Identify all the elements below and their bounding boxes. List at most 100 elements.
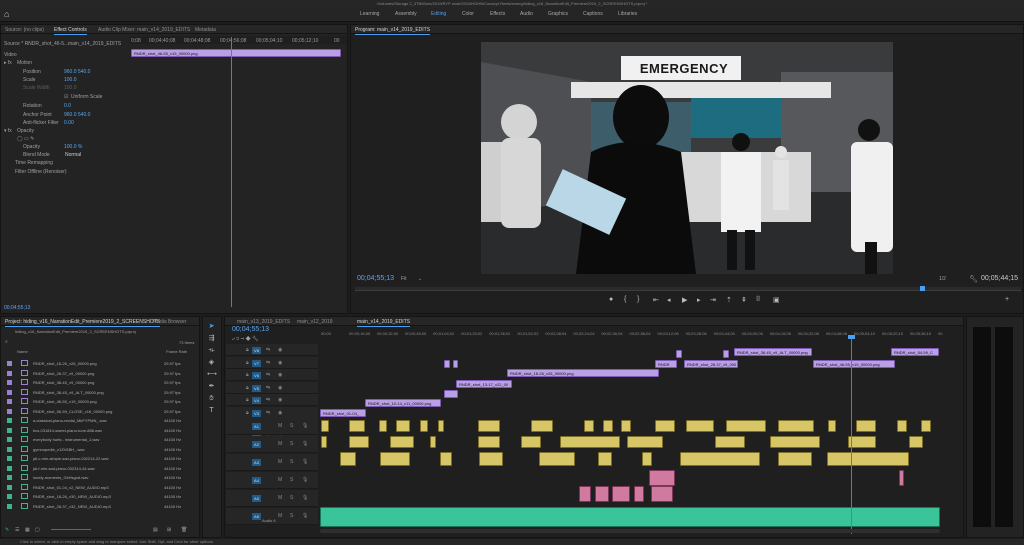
audio-track-header[interactable]: A1 M S 🎙︎ [226,418,318,435]
tab-audio-clip-mixer[interactable]: Audio Clip Mixer: main_v14_2019_EDITS [98,27,190,33]
ec-playhead[interactable] [231,37,232,307]
video-track-header[interactable]: 🔒︎ V3 ⇆ ◉ [226,406,318,419]
audio-clip[interactable] [396,420,410,432]
type-tool-icon[interactable]: T [207,406,216,415]
audio-clip[interactable] [649,470,675,486]
in-point-icon[interactable]: { [624,296,626,303]
program-playhead[interactable] [920,286,925,291]
audio-clip[interactable] [438,420,444,432]
sync-lock-icon[interactable]: ⇆ [266,372,270,378]
mask-shape-icons[interactable]: ◯ ▭ ✎ [17,136,34,142]
prop-position-value[interactable]: 960.0 540.0 [64,69,90,75]
prop-antiflicker-value[interactable]: 0.00 [64,120,74,126]
video-clip[interactable] [723,350,729,358]
eye-icon[interactable]: ◉ [278,410,282,416]
video-clip[interactable] [444,390,458,398]
sync-lock-icon[interactable]: ⇆ [266,385,270,391]
audio-clip[interactable] [726,420,766,432]
audio-clip[interactable] [828,420,836,432]
tab-effect-controls[interactable]: Effect Controls [54,27,87,35]
mute-icon[interactable]: M [278,441,282,447]
hand-tool-icon[interactable]: ✋︎ [207,394,216,403]
sync-lock-icon[interactable]: ⇆ [266,360,270,366]
track-label[interactable]: A4 [252,477,261,484]
tab-project[interactable]: Project: hiding_v16_NarrationEdit_Premie… [5,319,161,327]
mute-icon[interactable]: M [278,459,282,465]
track-label[interactable]: A1 [252,423,261,430]
zoom-slider[interactable] [51,529,91,530]
audio-track-header[interactable]: A3 M S 🎙︎ [226,454,318,471]
tab-sequence-v13[interactable]: main_v13_2019_EDITS [237,319,290,325]
icon-view-icon[interactable]: ▦ [25,527,30,533]
audio-clip[interactable] [349,436,369,448]
microphone-icon[interactable]: 🎙︎ [302,423,308,429]
workspace-learning[interactable]: Learning [360,11,379,17]
ec-footer-timecode[interactable]: 00;04;55;13 [4,305,30,311]
list-item[interactable]: RNDR_shot_28-37_v9_00000.png 29.97 fps [5,369,195,378]
eye-icon[interactable]: ◉ [278,397,282,403]
solo-icon[interactable]: S [290,495,293,501]
timeline-playhead[interactable] [851,338,852,534]
microphone-icon[interactable]: 🎙︎ [302,477,308,483]
list-item[interactable]: RNDR_shot_18-26_v26_00000.png 29.97 fps [5,359,195,368]
tab-program[interactable]: Program: main_v14_2019_EDITS [355,27,431,35]
audio-clip[interactable] [595,486,609,502]
audio-clip[interactable] [521,436,541,448]
video-clip[interactable]: RNDR_shot_38-45_v9_ALT_00000.png [734,348,812,356]
microphone-icon[interactable]: 🎙︎ [302,513,308,519]
workspace-editing[interactable]: Editing [431,11,446,17]
out-point-icon[interactable]: } [637,296,639,303]
lock-icon[interactable]: 🔒︎ [246,410,249,416]
source-clip-label[interactable]: Source * RNDR_shot_46-5... [4,41,68,47]
sequence-label[interactable]: main_v14_2019_EDITS [68,41,121,47]
list-item[interactable]: jdi-f-min-sad-piano-032314-44.wav 44100 H… [5,464,195,473]
program-video-frame[interactable]: EMERGENCY [481,42,893,274]
list-view-icon[interactable]: ☰ [15,527,19,533]
lock-icon[interactable]: 🔒︎ [246,385,249,391]
video-clip[interactable] [453,360,458,368]
search-icon[interactable]: ⌕ [5,339,8,345]
tab-metadata[interactable]: Metadata [195,27,216,33]
video-clip[interactable]: RNDR_shot_13-17_v22_00 [456,380,512,388]
audio-clip[interactable] [321,420,329,432]
audio-clip[interactable] [621,420,631,432]
video-track-header[interactable]: 🔒︎ V6 ⇆ ◉ [226,369,318,381]
list-item[interactable]: gymnopedie_z1ZhSBH_.wav 44100 Hz [5,445,195,454]
audio-clip[interactable] [598,452,612,466]
video-clip[interactable]: RNDR [655,360,677,368]
solo-icon[interactable]: S [290,513,293,519]
blend-mode-select[interactable]: Normal [65,152,81,158]
timeline-timecode[interactable]: 00;04;55;13 [232,326,269,333]
audio-clip[interactable] [320,507,940,527]
home-icon[interactable]: ⌂ [4,9,9,19]
list-item[interactable]: RNDR_shot_56-59_CLOSE_v16_00000.png 29.97… [5,407,195,416]
eye-icon[interactable]: ◉ [278,372,282,378]
audio-track-header[interactable]: A5 M S 🎙︎ [226,490,318,507]
audio-clip[interactable] [642,452,652,466]
eye-icon[interactable]: ◉ [278,385,282,391]
audio-clip[interactable] [420,420,428,432]
list-item[interactable]: RNDR_shot_46-55_v19_00000.png 29.97 fps [5,397,195,406]
track-label[interactable]: A6 [252,513,261,520]
workspace-captions[interactable]: Captions [583,11,603,17]
audio-clip[interactable] [531,420,553,432]
audio-clip[interactable] [340,452,356,466]
uniform-scale-checkbox[interactable]: ☑ [64,94,68,100]
slip-tool-icon[interactable]: ⟷ [207,370,217,379]
workspace-libraries[interactable]: Libraries [618,11,637,17]
track-label[interactable]: V4 [252,397,261,404]
solo-icon[interactable]: S [290,441,293,447]
track-label[interactable]: A5 [252,495,261,502]
video-clip[interactable] [676,350,682,358]
audio-clip[interactable] [680,452,760,466]
workspace-assembly[interactable]: Assembly [395,11,417,17]
video-track-header[interactable]: 🔒︎ V5 ⇆ ◉ [226,381,318,394]
add-icon[interactable]: + [1005,296,1009,303]
mute-icon[interactable]: M [278,423,282,429]
list-item[interactable]: RNDR_shot_38-45_v9_00000.png 29.97 fps [5,378,195,387]
camera-icon[interactable]: ⌷ [756,296,760,304]
audio-clip[interactable] [479,452,503,466]
tab-media-browser[interactable]: Media Browser [153,319,186,325]
audio-clip[interactable] [440,452,452,466]
lift-icon[interactable]: ⇡ [726,296,732,304]
